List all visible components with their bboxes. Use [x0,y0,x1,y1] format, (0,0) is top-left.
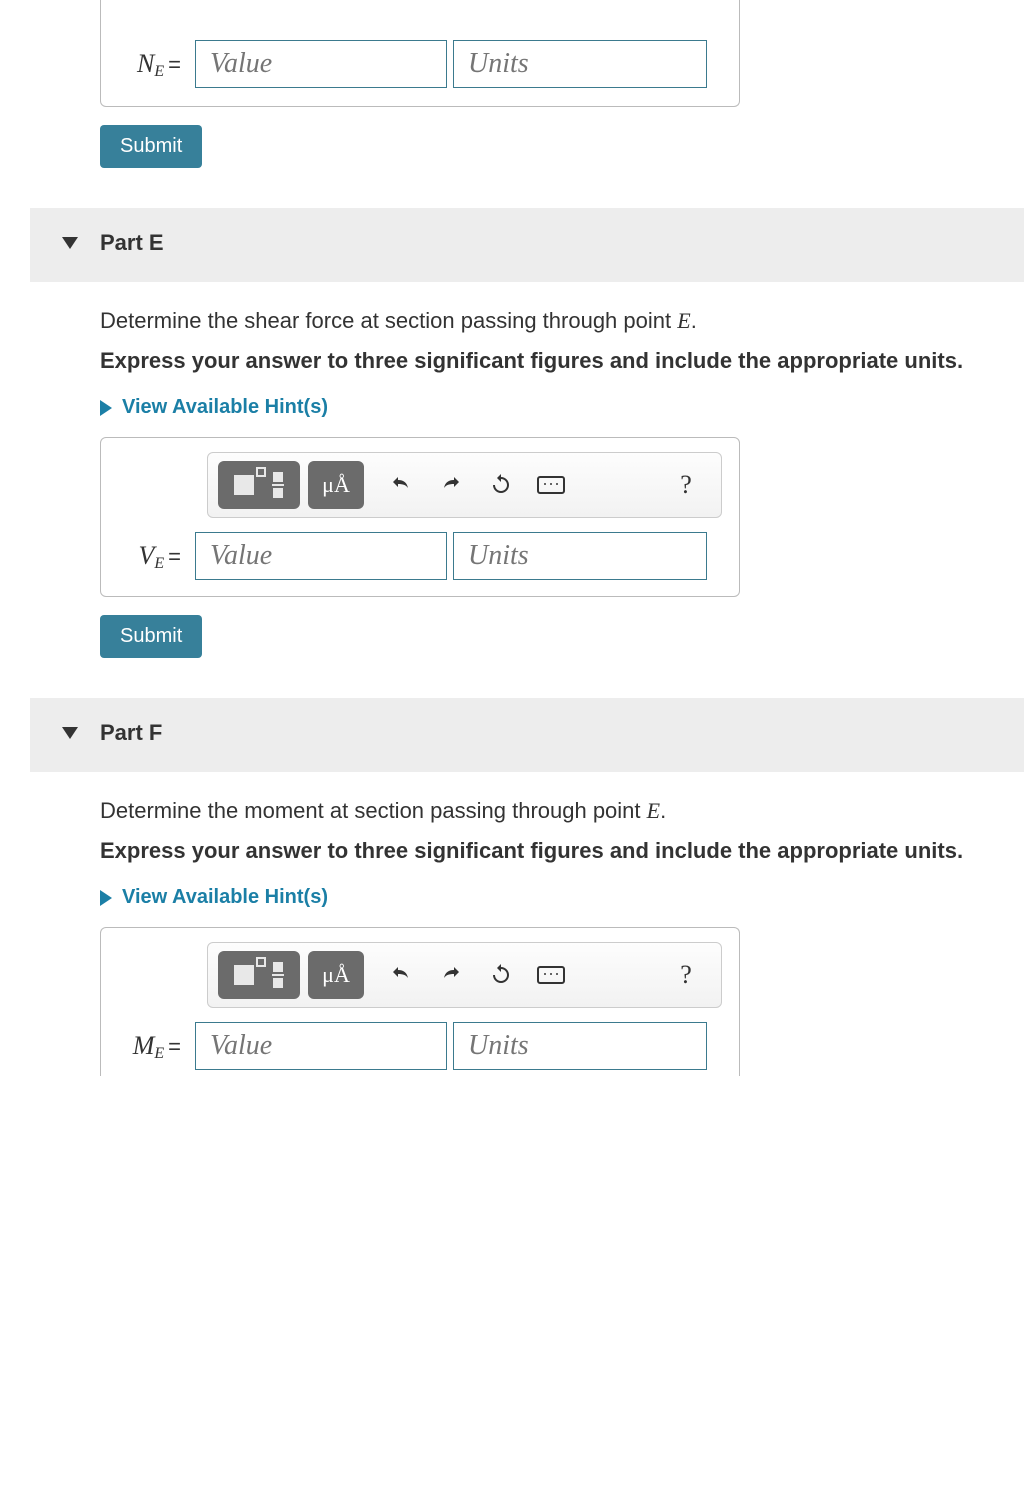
undo-icon[interactable] [376,461,426,509]
value-input[interactable] [195,1022,447,1070]
answer-box-part-d: NE = [100,0,740,107]
instruction-text: Express your answer to three significant… [100,838,1024,864]
variable-label: ME = [117,1031,189,1061]
redo-icon[interactable] [426,461,476,509]
undo-icon[interactable] [376,951,426,999]
answer-box-part-e: μÅ ? VE = [100,437,740,597]
instruction-text: Express your answer to three significant… [100,348,1024,374]
view-hints-toggle[interactable]: View Available Hint(s) [100,886,1024,909]
prompt-text: Determine the shear force at section pas… [100,308,1024,334]
submit-button[interactable]: Submit [100,125,202,168]
prompt-text: Determine the moment at section passing … [100,798,1024,824]
part-header-f[interactable]: Part F [30,698,1024,772]
help-icon[interactable]: ? [661,951,711,999]
chevron-down-icon [62,727,78,739]
keyboard-icon[interactable] [526,461,576,509]
value-input[interactable] [195,40,447,88]
input-row: NE = [117,40,723,88]
chevron-right-icon [100,890,112,906]
keyboard-icon[interactable] [526,951,576,999]
template-button[interactable] [218,461,300,509]
template-button[interactable] [218,951,300,999]
equation-toolbar: μÅ ? [207,452,722,518]
units-picker-button[interactable]: μÅ [308,951,364,999]
part-title: Part E [100,230,164,256]
variable-label: NE = [117,49,189,79]
part-title: Part F [100,720,162,746]
units-input[interactable] [453,532,707,580]
view-hints-toggle[interactable]: View Available Hint(s) [100,396,1024,419]
units-input[interactable] [453,40,707,88]
units-picker-button[interactable]: μÅ [308,461,364,509]
chevron-right-icon [100,400,112,416]
help-icon[interactable]: ? [661,461,711,509]
variable-label: VE = [117,541,189,571]
submit-button[interactable]: Submit [100,615,202,658]
reset-icon[interactable] [476,461,526,509]
equation-toolbar: μÅ ? [207,942,722,1008]
redo-icon[interactable] [426,951,476,999]
units-input[interactable] [453,1022,707,1070]
chevron-down-icon [62,237,78,249]
part-header-e[interactable]: Part E [30,208,1024,282]
input-row: ME = [117,1022,723,1070]
input-row: VE = [117,532,723,580]
reset-icon[interactable] [476,951,526,999]
value-input[interactable] [195,532,447,580]
answer-box-part-f: μÅ ? ME = [100,927,740,1076]
